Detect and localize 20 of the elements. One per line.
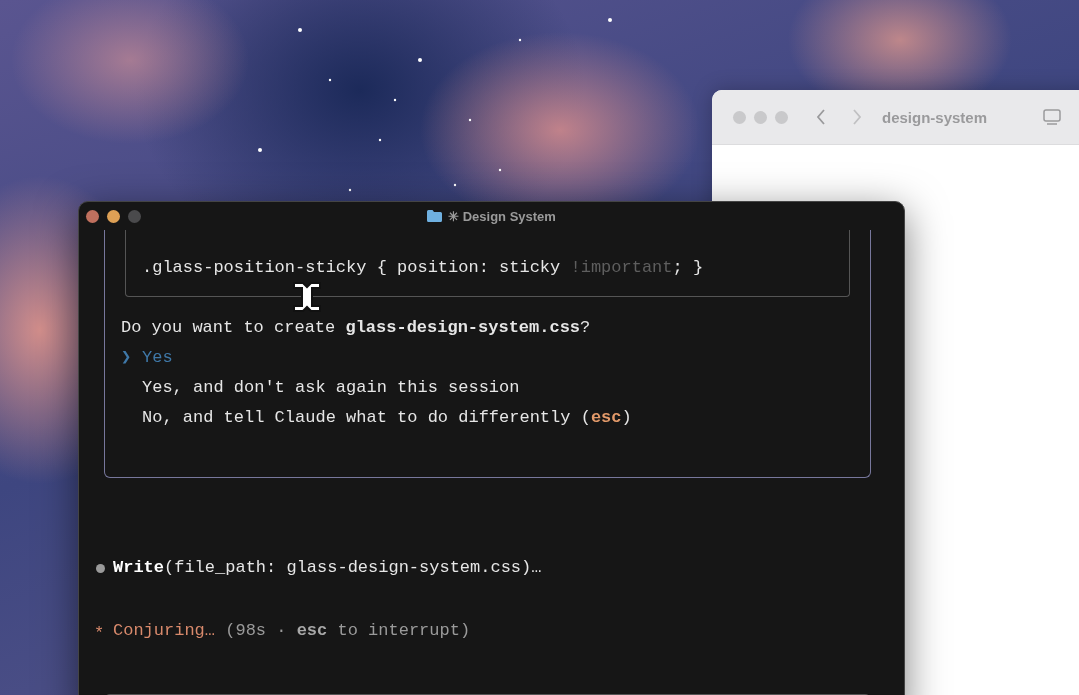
code-line: .glass-position-sticky { position: sticky !important; } <box>142 257 705 279</box>
display-icon[interactable] <box>1043 109 1062 125</box>
prompt-question: Do you want to create glass-design-system.css? <box>121 317 592 339</box>
zoom-button[interactable] <box>128 210 141 223</box>
bullet-icon <box>96 563 105 573</box>
menu-option[interactable]: ❯ Yes <box>121 343 850 373</box>
window-title: ✳ Design System <box>448 208 556 224</box>
minimize-button[interactable] <box>107 210 120 223</box>
spinner-glyph: * <box>94 623 106 645</box>
zoom-button[interactable] <box>775 110 788 124</box>
close-button[interactable] <box>86 210 99 223</box>
menu-option[interactable]: No, and tell Claude what to do differently (esc) <box>121 403 850 433</box>
folder-icon <box>427 210 443 222</box>
status-text: Conjuring… (98s · esc to interrupt) <box>113 620 471 642</box>
forward-icon[interactable] <box>852 109 862 125</box>
window-title: design-system <box>882 108 988 126</box>
menu-option[interactable]: Yes, and don't ask again this session <box>121 373 850 403</box>
back-icon[interactable] <box>816 109 826 125</box>
tool-call-text: Write(file_path: glass-design-system.css)… <box>113 557 542 579</box>
text-cursor-icon <box>292 281 322 313</box>
